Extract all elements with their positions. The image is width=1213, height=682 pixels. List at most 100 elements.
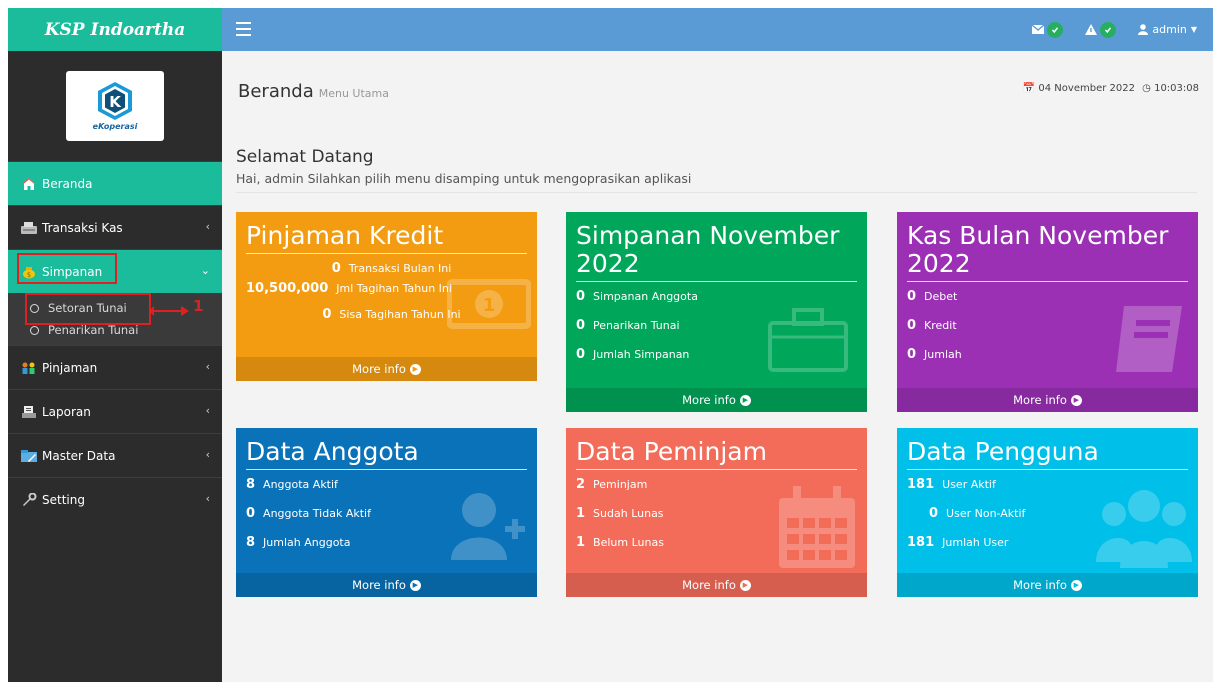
- welcome-text: Hai, admin Silahkan pilih menu disamping…: [236, 171, 692, 186]
- circle-icon: [30, 325, 39, 335]
- card-rule: [246, 253, 527, 254]
- user-menu-button[interactable]: admin ▼: [1138, 23, 1197, 36]
- report-icon: [20, 404, 38, 420]
- page-title: Beranda Menu Utama: [238, 81, 389, 102]
- briefcase-icon: [768, 308, 848, 372]
- card-simpanan: Simpanan November 2022 0 Simpanan Anggota …: [566, 212, 867, 412]
- warnings-button[interactable]: [1085, 21, 1117, 38]
- divider: [236, 192, 1197, 193]
- koperasi-logo: K eKoperasi: [66, 71, 164, 141]
- koperasi-logo-icon: K: [98, 82, 132, 120]
- chevron-left-icon: ‹: [205, 448, 210, 461]
- sidebar-item-label: Master Data: [42, 448, 116, 463]
- chevron-left-icon: ‹: [205, 404, 210, 417]
- hamburger-menu-icon[interactable]: [236, 22, 251, 40]
- more-info-link[interactable]: More info ▶: [897, 573, 1198, 597]
- more-info-link[interactable]: More info ▶: [236, 573, 537, 597]
- warning-icon: [1085, 24, 1098, 35]
- sidebar-item-laporan[interactable]: Laporan ‹: [8, 389, 222, 433]
- card-title: Data Peminjam: [576, 437, 767, 466]
- messages-button[interactable]: [1032, 21, 1064, 38]
- page-title-text: Beranda: [238, 81, 314, 102]
- arrow-circle-right-icon: ▶: [409, 579, 421, 591]
- more-info-link[interactable]: More info ▶: [566, 388, 867, 412]
- user-name: admin: [1152, 23, 1187, 36]
- card-data-anggota: Data Anggota 8 Anggota Aktif 0 Anggota Tid…: [236, 428, 537, 597]
- welcome-title: Selamat Datang: [236, 147, 374, 167]
- card-data-pengguna: Data Pengguna 181 User Aktif 0 User Non-Ak…: [897, 428, 1198, 597]
- users-icon: [1096, 490, 1192, 568]
- card-title: Data Pengguna: [907, 437, 1099, 466]
- chevron-left-icon: ‹: [205, 492, 210, 505]
- sidebar-item-label: Beranda: [42, 176, 93, 191]
- time-text: 10:03:08: [1154, 83, 1199, 94]
- card-rule: [246, 469, 527, 470]
- card-pinjaman-kredit: 1 Pinjaman Kredit 0 Transaksi Bulan Ini 1…: [236, 212, 537, 381]
- simpanan-highlight-box: [17, 253, 117, 284]
- topbar: admin ▼: [222, 8, 1213, 51]
- card-rule: [907, 281, 1188, 282]
- arrow-circle-right-icon: ▶: [1070, 394, 1082, 406]
- user-icon: [1138, 24, 1149, 35]
- check-circle-icon: [1100, 21, 1117, 38]
- topbar-right: admin ▼: [1010, 8, 1197, 51]
- more-info-link[interactable]: More info ▶: [236, 357, 537, 381]
- cash-register-icon: [20, 220, 38, 236]
- logo-area: K eKoperasi: [8, 51, 222, 161]
- arrow-circle-right-icon: ▶: [409, 363, 421, 375]
- app-brand[interactable]: KSP Indoartha: [8, 8, 222, 51]
- card-title: Simpanan November 2022: [576, 221, 840, 278]
- chevron-down-icon: ⌄: [200, 264, 210, 277]
- sidebar-item-pinjaman[interactable]: Pinjaman ‹: [8, 345, 222, 389]
- card-rule: [576, 469, 857, 470]
- card-title: Data Anggota: [246, 437, 419, 466]
- more-info-link[interactable]: More info ▶: [566, 573, 867, 597]
- sidebar-item-label: Transaksi Kas: [42, 220, 123, 235]
- calendar-icon: 📅: [1022, 83, 1036, 94]
- card-kas: Kas Bulan November 2022 0 Debet 0 Kredit 0J…: [897, 212, 1198, 412]
- card-title: Kas Bulan November 2022: [907, 221, 1169, 278]
- arrow-circle-right-icon: ▶: [739, 579, 751, 591]
- annotation-number: 1: [193, 297, 204, 315]
- sidebar-item-transaksi-kas[interactable]: Transaksi Kas ‹: [8, 205, 222, 249]
- sidebar-item-setting[interactable]: Setting ‹: [8, 477, 222, 521]
- sidebar: KSP Indoartha K eKoperasi Beranda Transa…: [8, 8, 222, 682]
- sidebar-item-label: Pinjaman: [42, 360, 98, 375]
- wrench-icon: [20, 492, 38, 508]
- check-circle-icon: [1047, 21, 1064, 38]
- sidebar-item-master-data[interactable]: Master Data ‹: [8, 433, 222, 477]
- sidebar-item-beranda[interactable]: Beranda: [8, 161, 222, 205]
- app-frame: KSP Indoartha K eKoperasi Beranda Transa…: [8, 8, 1213, 682]
- book-icon: [1116, 306, 1182, 372]
- money-icon: 1: [447, 279, 531, 329]
- card-rule: [576, 281, 857, 282]
- date-text: 04 November 2022: [1038, 83, 1135, 94]
- sidebar-item-label: Setting: [42, 492, 85, 507]
- submenu-item-label: Penarikan Tunai: [48, 323, 139, 337]
- arrow-circle-right-icon: ▶: [1070, 579, 1082, 591]
- caret-down-icon: ▼: [1190, 25, 1197, 34]
- setoran-highlight-box: [25, 293, 151, 325]
- svg-text:1: 1: [483, 295, 496, 316]
- arrow-circle-right-icon: ▶: [739, 394, 751, 406]
- logo-text: eKoperasi: [92, 122, 138, 131]
- home-icon: [20, 176, 38, 192]
- datetime: 📅 04 November 2022 ◷ 10:03:08: [1023, 83, 1199, 94]
- card-title: Pinjaman Kredit: [246, 221, 444, 250]
- more-info-link[interactable]: More info ▶: [897, 388, 1198, 412]
- folder-icon: [20, 448, 38, 464]
- envelope-icon: [1032, 25, 1045, 34]
- calendar-icon: [779, 486, 855, 568]
- chevron-left-icon: ‹: [205, 220, 210, 233]
- user-plus-icon: [451, 493, 525, 560]
- sidebar-item-label: Laporan: [42, 404, 91, 419]
- clock-icon: ◷: [1142, 83, 1151, 94]
- chevron-left-icon: ‹: [205, 360, 210, 373]
- svg-text:K: K: [109, 93, 122, 111]
- card-data-peminjam: Data Peminjam 2 Peminjam 1 Sudah Lunas 1 Be…: [566, 428, 867, 597]
- annotation-arrow-icon: [150, 306, 189, 316]
- card-rule: [907, 469, 1188, 470]
- main-content: Beranda Menu Utama 📅 04 November 2022 ◷ 1…: [222, 51, 1213, 682]
- page-subtitle: Menu Utama: [318, 87, 389, 100]
- people-money-icon: [20, 360, 38, 376]
